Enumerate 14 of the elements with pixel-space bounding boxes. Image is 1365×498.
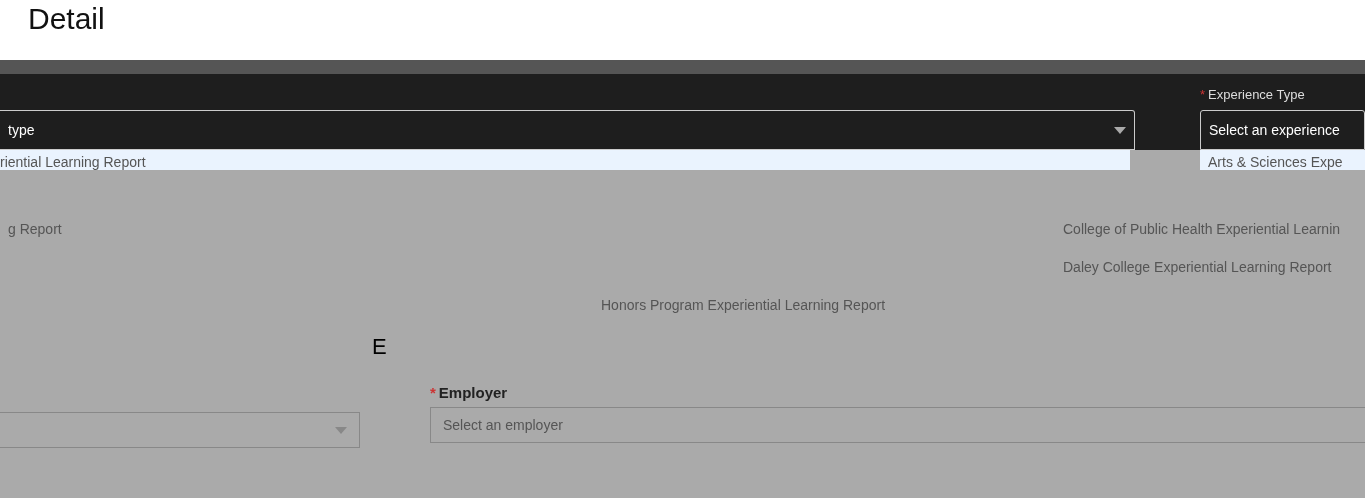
caret-icon <box>335 426 347 434</box>
dropdown-option[interactable]: Arts & Sciences Expe <box>1200 150 1365 170</box>
field-label: Experience Type <box>1208 87 1305 102</box>
letter-glyph: E <box>372 334 387 360</box>
experience-select[interactable]: Select an experience <box>1200 110 1365 150</box>
caret-icon <box>1114 126 1126 134</box>
select-field[interactable] <box>0 412 360 448</box>
required-mark: * <box>430 384 436 401</box>
type-select[interactable]: type <box>0 110 1135 150</box>
page-heading: Detail <box>28 4 105 34</box>
field-label: Employer <box>438 384 508 401</box>
dropdown-option[interactable]: riential Learning Report <box>0 150 1130 170</box>
required-mark: * <box>1200 87 1206 102</box>
employer-field[interactable]: Select an employer <box>430 407 1365 443</box>
